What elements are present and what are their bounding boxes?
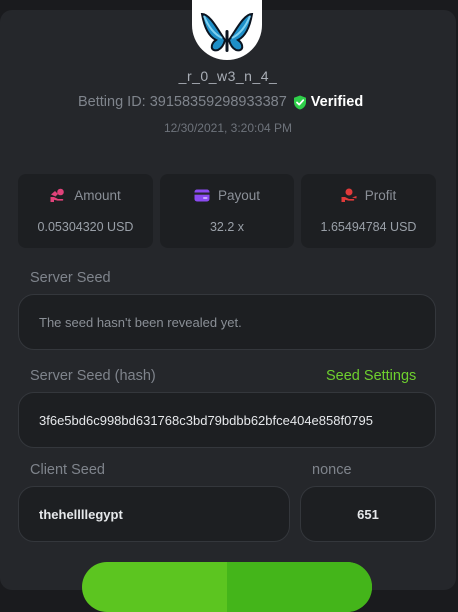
payout-value: 32.2 x	[209, 220, 245, 234]
client-seed-value: thehellllegypt	[39, 506, 123, 522]
verified-label: Verified	[310, 94, 364, 110]
verified-badge: Verified	[293, 94, 363, 110]
server-seed-field[interactable]: The seed hasn't been revealed yet.	[18, 294, 436, 350]
profit-card: Profit 1.65494784 USD	[301, 174, 436, 248]
bet-details-modal: _r_0_w3_n_4_ Betting ID: 391583592989333…	[0, 0, 456, 590]
payout-label: Payout	[217, 188, 261, 203]
amount-value: 0.05304320 USD	[37, 220, 134, 234]
action-button-shade	[227, 562, 372, 612]
betting-id-row: Betting ID: 39158359298933387 Verified	[78, 94, 363, 110]
client-seed-label: Client Seed	[30, 462, 105, 478]
hand-coins-icon	[50, 188, 65, 202]
seed-settings-link[interactable]: Seed Settings	[326, 368, 416, 384]
wallet-card-icon	[194, 189, 210, 202]
nonce-field[interactable]: 651	[300, 486, 436, 542]
username: _r_0_w3_n_4_	[178, 68, 278, 84]
betting-id-label: Betting ID:	[78, 94, 146, 110]
user-avatar	[192, 0, 262, 60]
server-seed-hash-value: 3f6e5bd6c998bd631768c3bd79bdbb62bfce404e…	[39, 412, 373, 428]
coins-hand-icon	[341, 188, 357, 202]
shield-check-icon	[293, 95, 306, 109]
nonce-value: 651	[357, 506, 379, 522]
butterfly-icon	[200, 12, 254, 52]
profit-value: 1.65494784 USD	[320, 220, 417, 234]
server-seed-hash-field[interactable]: 3f6e5bd6c998bd631768c3bd79bdbb62bfce404e…	[18, 392, 436, 448]
client-seed-field[interactable]: thehellllegypt	[18, 486, 290, 542]
amount-label: Amount	[74, 188, 121, 203]
server-seed-label: Server Seed	[30, 270, 111, 286]
nonce-label: nonce	[312, 462, 352, 478]
betting-id-value: 39158359298933387	[149, 94, 287, 110]
server-seed-hash-label: Server Seed (hash)	[30, 368, 156, 384]
profit-label: Profit	[364, 188, 397, 203]
amount-card: Amount 0.05304320 USD	[18, 174, 153, 248]
bet-timestamp: 12/30/2021, 3:20:04 PM	[163, 121, 293, 135]
action-button[interactable]	[82, 562, 372, 612]
payout-card: Payout 32.2 x	[160, 174, 294, 248]
server-seed-placeholder: The seed hasn't been revealed yet.	[39, 314, 242, 330]
